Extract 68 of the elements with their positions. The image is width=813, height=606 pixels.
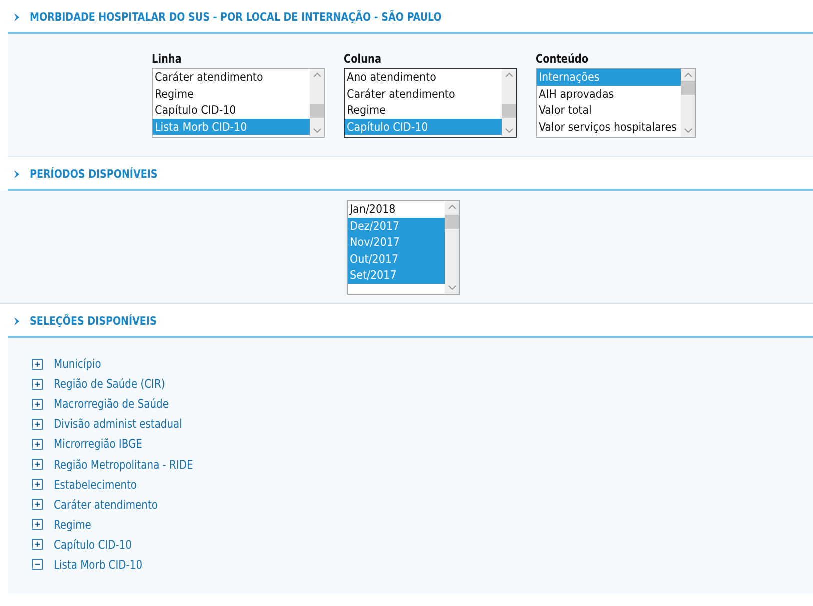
list-option[interactable]: AIH aprovadas	[537, 86, 681, 102]
section-title: SELEÇÕES DISPONÍVEIS	[30, 314, 157, 328]
minus-icon[interactable]	[32, 559, 43, 570]
list-box[interactable]: Internações AIH aprovadas Valor total Valor serviços hospitalares	[536, 68, 696, 138]
plus-icon[interactable]	[32, 519, 43, 530]
scroll-thumb[interactable]	[502, 104, 516, 118]
tree-item[interactable]: Macrorregião de Saúde	[54, 397, 169, 412]
plus-icon[interactable]	[32, 438, 43, 450]
list-option[interactable]: Set/2017	[348, 267, 445, 284]
list-box[interactable]: Caráter atendimento Regime Capítulo CID-10 Lista Morb CID-10	[152, 68, 325, 138]
chevron-down-icon	[312, 128, 322, 134]
list-option[interactable]: Lista Morb CID-10	[153, 118, 310, 135]
list-option[interactable]: Dez/2017	[348, 218, 445, 234]
tree-item[interactable]: Município	[54, 357, 102, 372]
list-option[interactable]: Jan/2018	[348, 201, 445, 218]
field-label: Linha	[152, 52, 182, 66]
section-title: PERÍODOS DISPONÍVEIS	[30, 167, 158, 181]
tree-item[interactable]: Região Metropolitana - RIDE	[54, 458, 194, 472]
section-title: MORBIDADE HOSPITALAR DO SUS - POR LOCAL DE INTERNAÇÃO - SÃO PAULO	[30, 10, 442, 24]
chevron-down-icon	[684, 128, 692, 134]
plus-icon[interactable]	[32, 418, 43, 430]
list-option[interactable]: Nov/2017	[348, 234, 445, 250]
tree-item[interactable]: Divisão administ estadual	[54, 417, 182, 432]
scrollbar[interactable]	[502, 69, 516, 137]
list-option[interactable]: Internações	[537, 69, 681, 86]
list-option[interactable]: Capítulo CID-10	[153, 102, 310, 118]
plus-icon[interactable]	[32, 459, 43, 470]
chevron-up-icon	[312, 72, 322, 78]
scroll-thumb[interactable]	[445, 215, 459, 229]
list-option[interactable]: Out/2017	[348, 250, 445, 267]
plus-icon[interactable]	[32, 499, 43, 510]
plus-icon[interactable]	[32, 358, 43, 370]
scrollbar[interactable]	[445, 201, 459, 294]
chevron-up-icon	[448, 204, 456, 210]
chevron-up-icon	[504, 72, 514, 78]
plus-icon[interactable]	[32, 539, 43, 550]
tree-item[interactable]: Região de Saúde (CIR)	[54, 377, 166, 392]
tree-item[interactable]: Regime	[54, 518, 92, 532]
chevron-right-icon	[14, 316, 20, 326]
chevron-up-icon	[684, 72, 692, 78]
list-option[interactable]: Regime	[153, 86, 310, 102]
plus-icon[interactable]	[32, 378, 43, 390]
list-option[interactable]: Valor total	[537, 102, 681, 118]
field-label: Conteúdo	[536, 52, 589, 66]
scroll-thumb[interactable]	[310, 104, 324, 118]
plus-icon[interactable]	[32, 398, 43, 410]
chevron-right-icon	[14, 170, 20, 178]
list-box[interactable]: Ano atendimento Caráter atendimento Regime Capítulo CID-10	[344, 68, 517, 138]
list-option[interactable]: Regime	[345, 102, 502, 118]
scrollbar[interactable]	[681, 69, 695, 137]
chevron-right-icon	[14, 12, 20, 22]
list-box[interactable]: Jan/2018 Dez/2017 Nov/2017 Out/2017 Set/2017	[347, 200, 460, 295]
tree-item[interactable]: Caráter atendimento	[54, 498, 158, 512]
chevron-down-icon	[448, 285, 456, 291]
chevron-down-icon	[504, 128, 514, 134]
scroll-thumb[interactable]	[681, 81, 695, 95]
list-option[interactable]: Capítulo CID-10	[345, 118, 502, 135]
tree-item[interactable]: Estabelecimento	[54, 478, 137, 492]
plus-icon[interactable]	[32, 479, 43, 490]
list-option[interactable]: Caráter atendimento	[153, 69, 310, 86]
field-label: Coluna	[344, 52, 382, 66]
tree-item[interactable]: Lista Morb CID-10	[54, 558, 143, 572]
tree-item[interactable]: Capítulo CID-10	[54, 538, 132, 552]
list-option[interactable]: Valor serviços hospitalares	[537, 118, 681, 135]
list-option[interactable]: Caráter atendimento	[345, 86, 502, 102]
list-option[interactable]: Ano atendimento	[345, 69, 502, 86]
tree-item[interactable]: Microrregião IBGE	[54, 437, 142, 452]
scrollbar[interactable]	[310, 69, 324, 137]
